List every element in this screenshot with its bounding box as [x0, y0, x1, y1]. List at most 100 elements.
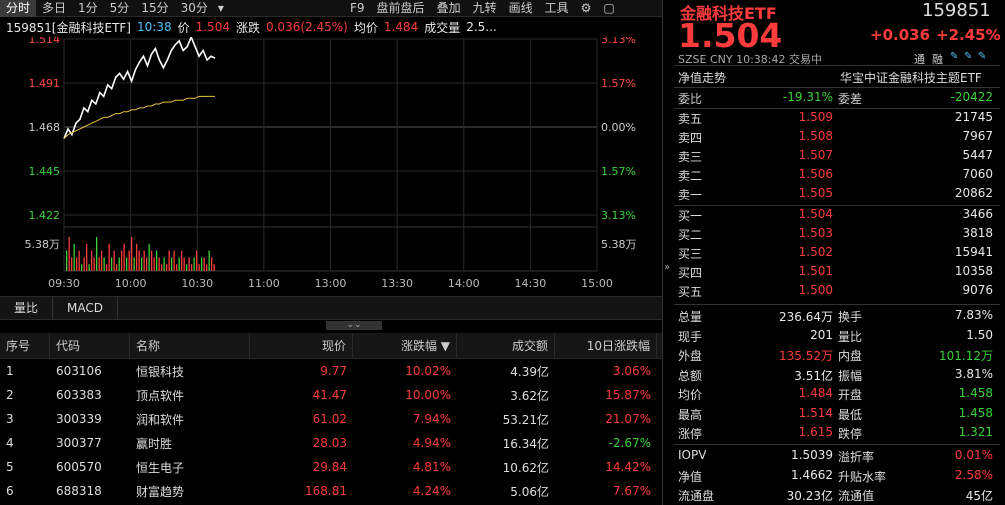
intraday-chart[interactable]: 1.514 1.491 1.468 1.445 1.422 3.13% 1.57% 0.00%… — [0, 33, 662, 292]
pct-change: +2.45% — [936, 26, 1001, 44]
header-10d-change[interactable]: 10日涨跌幅 — [555, 332, 657, 359]
avg-label: 均价 — [353, 20, 378, 35]
ask-level[interactable]: 卖一 1.505 20862 — [674, 184, 999, 203]
row-10d-change: 15.87% — [605, 388, 651, 402]
table-row[interactable]: 2 603383 顶点软件 41.47 10.00% 3.62亿 15.87% — [0, 383, 662, 407]
stat-value: 3.81% — [954, 366, 993, 381]
tab-5min[interactable]: 5分 — [104, 0, 136, 17]
row-price: 29.84 — [312, 460, 347, 474]
tab-macd[interactable]: MACD — [53, 297, 118, 319]
stat-label: 最高 — [678, 407, 703, 422]
ask-level[interactable]: 卖四 1.508 7967 — [674, 127, 999, 146]
panel-divider[interactable] — [662, 0, 663, 505]
indicator-tabs: 量比 MACD — [0, 296, 662, 320]
level-label: 卖三 — [678, 150, 703, 164]
tab-volume-ratio[interactable]: 量比 — [0, 297, 54, 319]
pencil-icon[interactable]: ✎ — [964, 51, 972, 62]
weicha-label: 委差 — [838, 92, 863, 106]
nine-turn-button[interactable]: 九转 — [467, 0, 503, 17]
more-dropdown[interactable]: ▾ — [214, 0, 228, 17]
header-index[interactable]: 序号 — [0, 332, 50, 359]
stat-row: 外盘 135.52万 内盘 101.12万 — [674, 345, 999, 364]
price-label: 价 — [177, 20, 190, 35]
overlay-button[interactable]: 叠加 — [431, 0, 467, 17]
stat-row: IOPV 1.5039 溢折率 0.01% — [674, 446, 999, 465]
window-icon[interactable]: ▢ — [597, 0, 620, 17]
volume-bar — [66, 250, 68, 271]
level-label: 卖四 — [678, 131, 703, 145]
row-code: 603106 — [56, 364, 102, 378]
volume-bar — [81, 264, 83, 271]
stat-label: 换手 — [838, 310, 863, 324]
stat-value: 1.615 — [798, 425, 833, 439]
bid-level[interactable]: 买三 1.502 15941 — [674, 243, 999, 262]
row-index: 4 — [6, 436, 14, 450]
tab-30min[interactable]: 30分 — [175, 0, 214, 17]
row-name: 恒生电子 — [136, 460, 185, 475]
level-label: 卖一 — [678, 188, 703, 202]
stat-row: 净值 1.4662 升贴水率 2.58% — [674, 466, 999, 485]
level-volume: 5447 — [962, 148, 993, 162]
pencil-icon[interactable]: ✎ — [978, 51, 986, 62]
header-code[interactable]: 代码 — [50, 332, 130, 359]
header-turnover[interactable]: 成交额 — [457, 332, 555, 359]
ask-level[interactable]: 卖五 1.509 21745 — [674, 108, 999, 127]
volume-bar — [183, 257, 185, 271]
row-price: 41.47 — [312, 388, 347, 402]
stat-label: 跌停 — [838, 427, 863, 441]
volume-bar — [211, 257, 213, 271]
x-tick-label: 10:30 — [181, 277, 213, 290]
ask-level[interactable]: 卖二 1.506 7060 — [674, 165, 999, 184]
table-row[interactable]: 5 600570 恒生电子 29.84 4.81% 10.62亿 14.42% — [0, 455, 662, 479]
pencil-icon[interactable]: ✎ — [950, 51, 958, 62]
gear-icon[interactable]: ⚙ — [575, 0, 598, 17]
stat-value: 30.23亿 — [786, 489, 833, 503]
stat-label: 开盘 — [838, 388, 863, 402]
tab-15min[interactable]: 15分 — [135, 0, 174, 17]
table-row[interactable]: 1 603106 恒银科技 9.77 10.02% 4.39亿 3.06% — [0, 359, 662, 383]
volume-bar — [141, 257, 143, 271]
f9-button[interactable]: F9 — [344, 0, 371, 17]
last-price: 1.504 — [678, 16, 783, 55]
collapse-toggle[interactable]: ⌄⌄ — [326, 321, 382, 330]
weibi-row: 委比 -19.31% 委差 -20422 — [674, 88, 999, 107]
volume-bar — [78, 250, 80, 271]
volume-bar — [133, 257, 135, 271]
row-change-pct: 10.00% — [405, 388, 451, 402]
expand-arrow-icon[interactable]: » — [664, 262, 670, 273]
volume-label: 成交量 — [424, 20, 461, 35]
header-price[interactable]: 现价 — [250, 332, 353, 359]
volume-bar — [128, 250, 130, 271]
bid-level[interactable]: 买一 1.504 3466 — [674, 205, 999, 224]
draw-line-button[interactable]: 画线 — [503, 0, 539, 17]
bid-level[interactable]: 买四 1.501 10358 — [674, 262, 999, 281]
pre-post-market-button[interactable]: 盘前盘后 — [371, 0, 431, 17]
table-row[interactable]: 3 300339 润和软件 61.02 7.94% 53.21亿 21.07% — [0, 407, 662, 431]
stat-row: 现手 201 量比 1.50 — [674, 326, 999, 345]
row-price: 9.77 — [320, 364, 347, 378]
tools-button[interactable]: 工具 — [539, 0, 575, 17]
x-tick-label: 09:30 — [48, 277, 80, 290]
nav-trend-link[interactable]: 净值走势 — [678, 69, 726, 86]
tab-multi-day[interactable]: 多日 — [36, 0, 72, 17]
tab-1min[interactable]: 1分 — [72, 0, 104, 17]
bid-level[interactable]: 买五 1.500 9076 — [674, 281, 999, 300]
y-tick-label-right: 0.00% — [601, 121, 636, 134]
table-row[interactable]: 6 688318 财富趋势 168.81 4.24% 5.06亿 7.67% — [0, 479, 662, 503]
nav-row[interactable]: 净值走势 华宝中证金融科技主题ETF — [674, 67, 999, 86]
y-tick-label-left: 1.514 — [29, 37, 61, 46]
volume-bar — [163, 257, 165, 271]
etf-code: 159851 — [922, 0, 991, 21]
table-row[interactable]: 4 300377 赢时胜 28.03 4.94% 16.34亿 -2.67% — [0, 431, 662, 455]
tab-intraday[interactable]: 分时 — [0, 0, 37, 17]
security-code-name: 159851[金融科技ETF] — [6, 20, 131, 35]
volume-bar — [143, 250, 145, 271]
bid-level[interactable]: 买二 1.503 3818 — [674, 224, 999, 243]
chart-canvas[interactable]: 1.514 1.491 1.468 1.445 1.422 3.13% 1.57% 0.00%… — [0, 33, 662, 292]
x-tick-label: 13:30 — [381, 277, 413, 290]
ask-level[interactable]: 卖三 1.507 5447 — [674, 146, 999, 165]
stat-label: 升贴水率 — [838, 469, 887, 484]
header-name[interactable]: 名称 — [130, 332, 250, 359]
header-change-pct[interactable]: 涨跌幅 ▼ — [353, 332, 457, 359]
stat-label: 涨停 — [678, 427, 703, 441]
